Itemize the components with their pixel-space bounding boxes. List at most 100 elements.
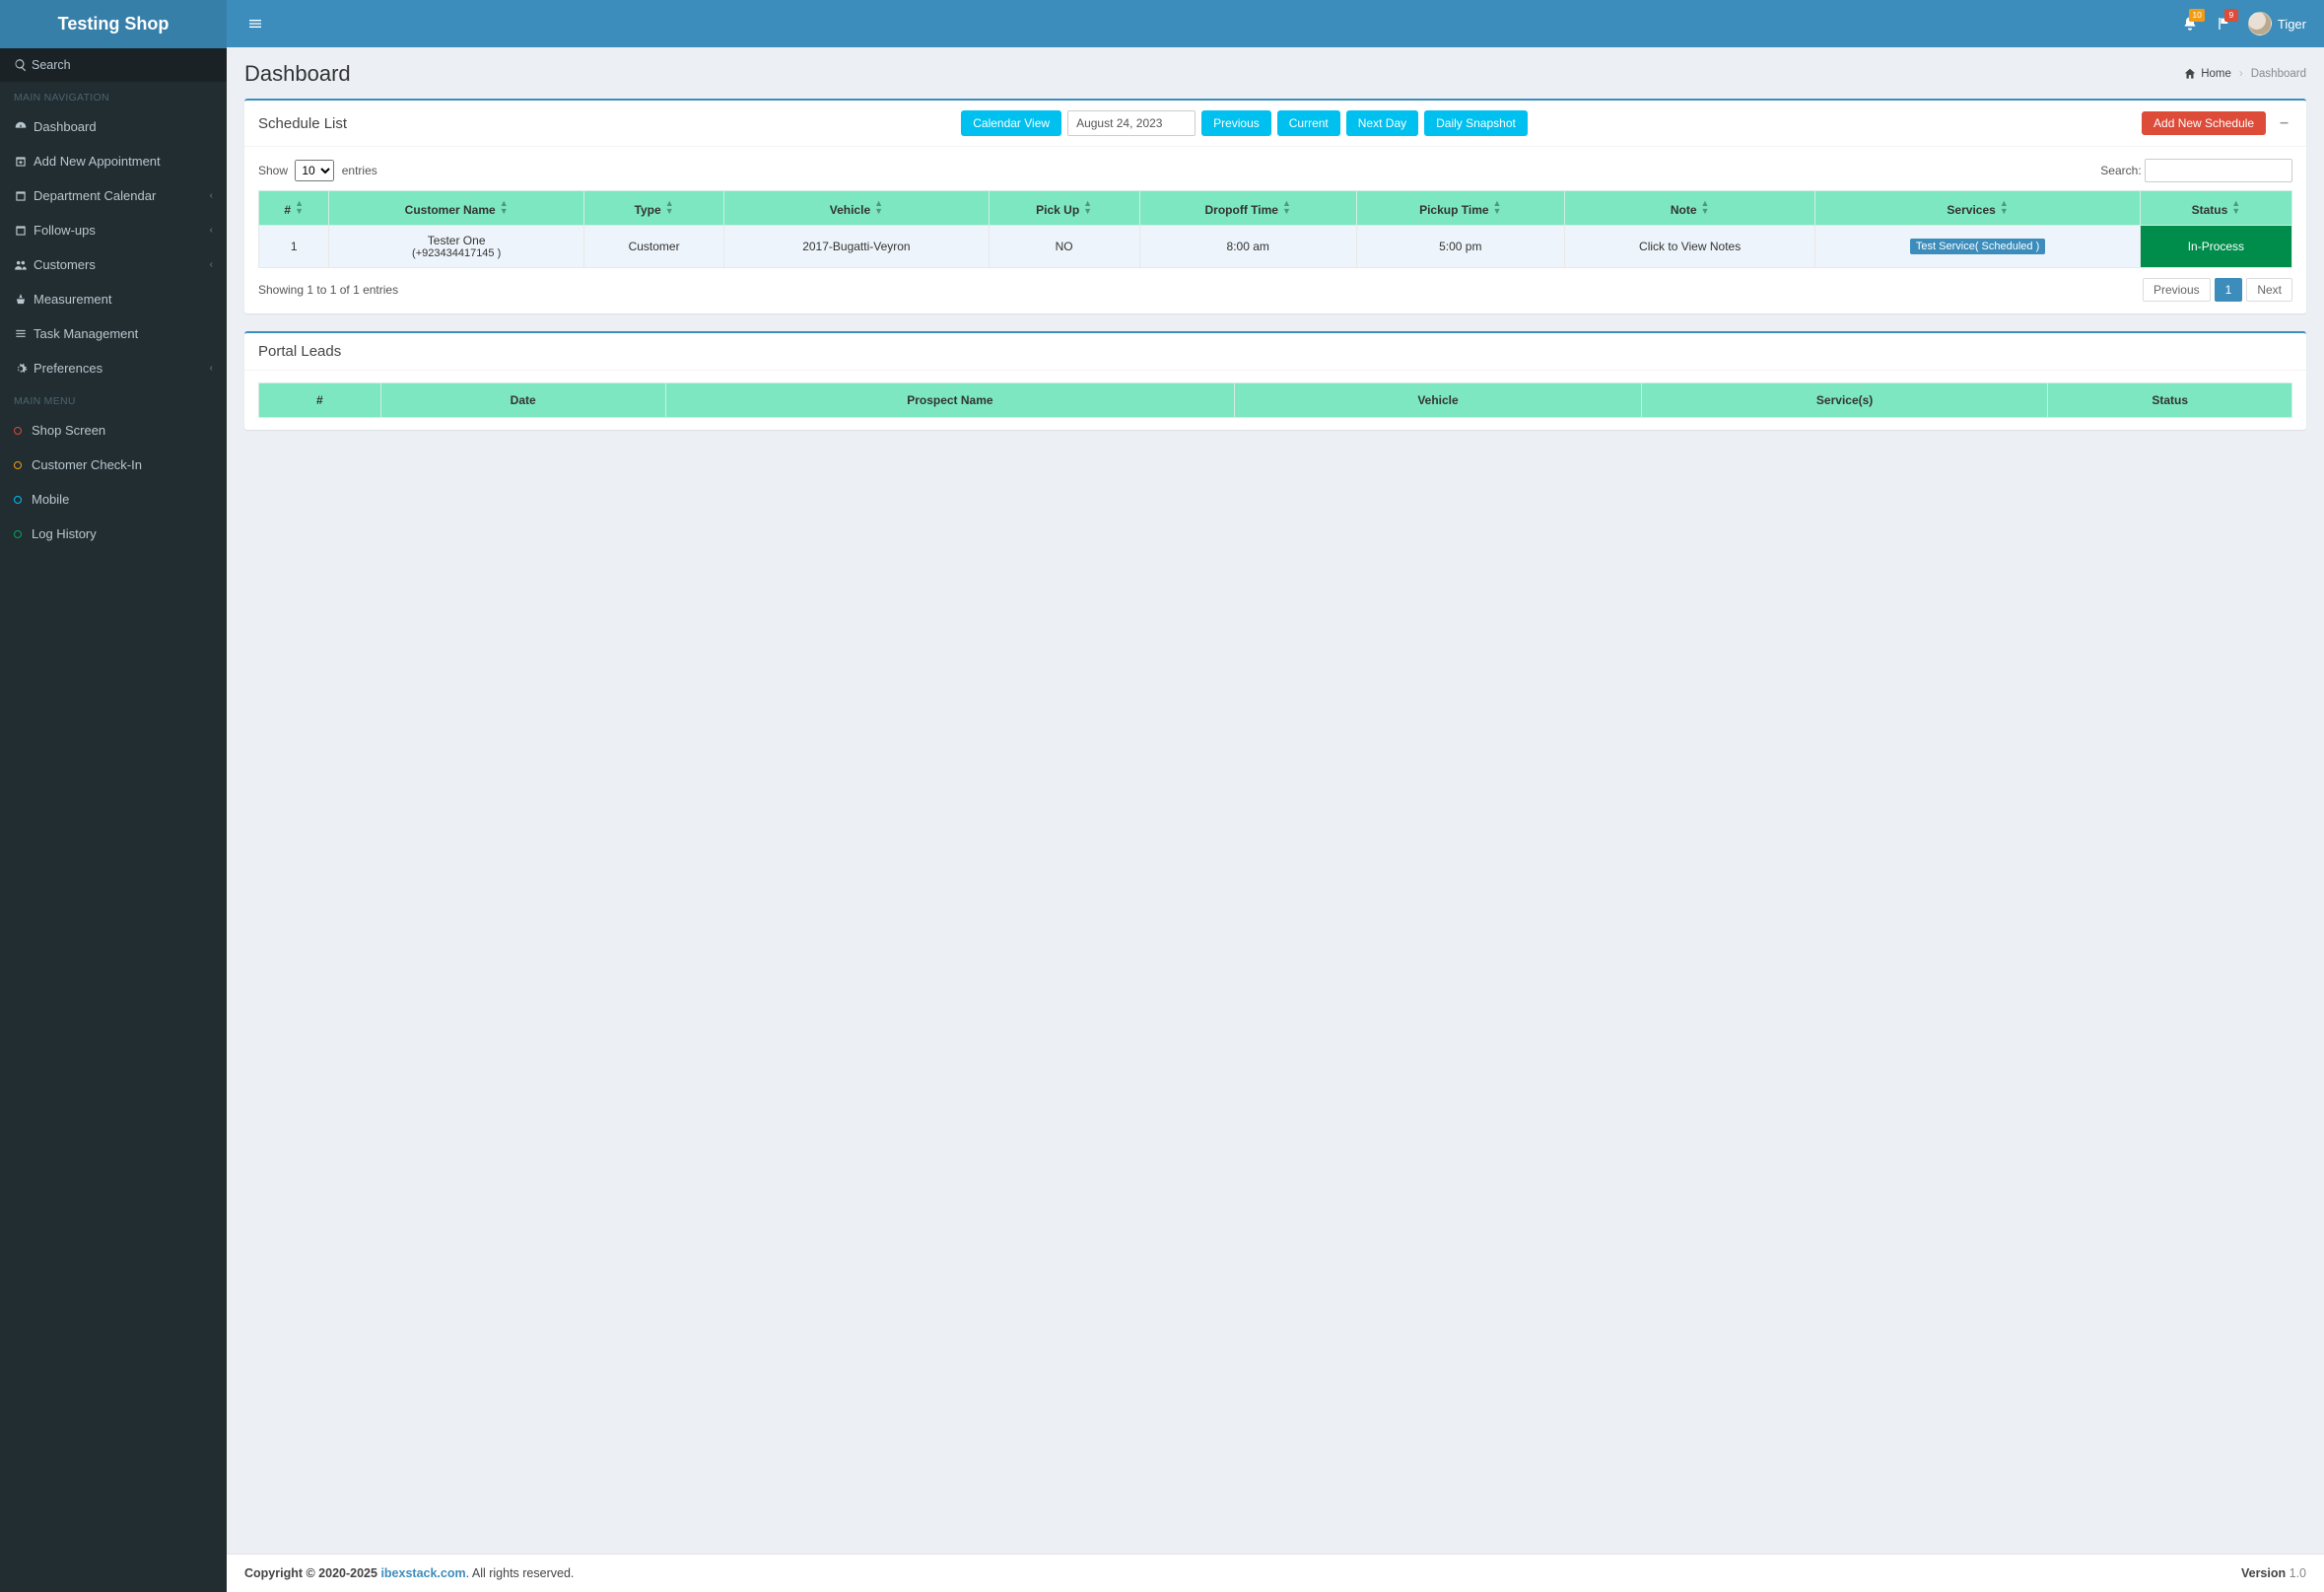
leads-col-services[interactable]: Service(s): [1641, 383, 2048, 418]
sidebar-item-label: Department Calendar: [34, 188, 156, 203]
calendar-view-button[interactable]: Calendar View: [961, 110, 1061, 136]
messages-button[interactable]: 9: [2207, 5, 2240, 42]
current-button[interactable]: Current: [1277, 110, 1340, 136]
cell-pickup-time: 5:00 pm: [1356, 226, 1564, 268]
date-input[interactable]: [1067, 110, 1196, 136]
cell-dropoff-time: 8:00 am: [1139, 226, 1356, 268]
sidebar-item-label: Preferences: [34, 361, 103, 376]
circle-icon: [14, 496, 22, 504]
circle-icon: [14, 461, 22, 469]
portal-leads-table: # Date Prospect Name Vehicle Service(s) …: [258, 382, 2292, 418]
sort-icon: ▲▼: [665, 199, 674, 215]
pager-page-1[interactable]: 1: [2215, 278, 2243, 302]
home-icon: [2183, 67, 2197, 81]
user-menu[interactable]: Tiger: [2240, 12, 2314, 35]
col-dropoff-time[interactable]: Dropoff Time▲▼: [1139, 191, 1356, 226]
pager: Previous 1 Next: [2143, 278, 2292, 302]
sort-icon: ▲▼: [1282, 199, 1291, 215]
sidebar-item-department-calendar[interactable]: Department Calendar ‹: [0, 178, 227, 213]
add-new-schedule-button[interactable]: Add New Schedule: [2142, 111, 2266, 135]
breadcrumb-home[interactable]: Home: [2183, 67, 2231, 81]
notifications-button[interactable]: 10: [2173, 5, 2207, 42]
footer: Copyright © 2020-2025 ibexstack.com. All…: [227, 1554, 2324, 1592]
sidebar-search[interactable]: Search: [0, 48, 227, 82]
sidebar-item-mobile[interactable]: Mobile: [0, 482, 227, 517]
username: Tiger: [2278, 17, 2306, 32]
sidebar-item-preferences[interactable]: Preferences ‹: [0, 351, 227, 385]
cell-customer: Tester One (+923434417145 ): [329, 226, 583, 268]
nav-header-main-menu: MAIN MENU: [0, 385, 227, 413]
col-type[interactable]: Type▲▼: [583, 191, 723, 226]
col-customer-name[interactable]: Customer Name▲▼: [329, 191, 583, 226]
table-search-control: Search:: [2100, 159, 2292, 182]
sidebar-item-customer-check-in[interactable]: Customer Check-In: [0, 448, 227, 482]
sidebar-item-label: Task Management: [34, 326, 138, 341]
portal-leads-title: Portal Leads: [258, 343, 341, 360]
version-label: Version: [2241, 1566, 2286, 1580]
chevron-left-icon: ‹: [210, 259, 213, 270]
chevron-left-icon: ‹: [210, 225, 213, 236]
users-icon: [14, 258, 34, 272]
sidebar-item-label: Follow-ups: [34, 223, 96, 238]
cell-vehicle: 2017-Bugatti-Veyron: [724, 226, 989, 268]
leads-col-number[interactable]: #: [259, 383, 381, 418]
daily-snapshot-button[interactable]: Daily Snapshot: [1424, 110, 1528, 136]
sidebar-item-measurement[interactable]: Measurement: [0, 282, 227, 316]
sidebar-item-label: Customer Check-In: [32, 457, 142, 472]
footer-link[interactable]: ibexstack.com: [380, 1566, 465, 1580]
leads-col-vehicle[interactable]: Vehicle: [1235, 383, 1642, 418]
schedule-list-panel: Schedule List Calendar View Previous Cur…: [244, 99, 2306, 313]
sidebar-item-label: Mobile: [32, 492, 69, 507]
col-number[interactable]: #▲▼: [259, 191, 329, 226]
col-status[interactable]: Status▲▼: [2140, 191, 2291, 226]
schedule-list-title: Schedule List: [258, 115, 347, 132]
pager-previous-button[interactable]: Previous: [2143, 278, 2211, 302]
col-vehicle[interactable]: Vehicle▲▼: [724, 191, 989, 226]
leads-col-date[interactable]: Date: [380, 383, 665, 418]
sidebar-item-label: Shop Screen: [32, 423, 105, 438]
menu-toggle-button[interactable]: [237, 5, 274, 42]
col-pickup[interactable]: Pick Up▲▼: [989, 191, 1139, 226]
sidebar-search-label: Search: [32, 58, 71, 72]
col-note[interactable]: Note▲▼: [1564, 191, 1815, 226]
col-services[interactable]: Services▲▼: [1815, 191, 2140, 226]
page-title: Dashboard: [244, 61, 351, 87]
sidebar-item-task-management[interactable]: Task Management: [0, 316, 227, 351]
calendar-icon: [14, 189, 34, 203]
table-row[interactable]: 1 Tester One (+923434417145 ) Customer 2…: [259, 226, 2292, 268]
sidebar-item-log-history[interactable]: Log History: [0, 517, 227, 551]
service-tag[interactable]: Test Service( Scheduled ): [1910, 239, 2045, 254]
sidebar-item-label: Dashboard: [34, 119, 97, 134]
chevron-left-icon: ‹: [210, 190, 213, 201]
next-day-button[interactable]: Next Day: [1346, 110, 1418, 136]
breadcrumb: Home › Dashboard: [2183, 67, 2306, 81]
sort-icon: ▲▼: [2000, 199, 2009, 215]
version-value: 1.0: [2286, 1566, 2306, 1580]
notifications-badge: 10: [2189, 9, 2204, 22]
cell-status[interactable]: In-Process: [2140, 226, 2291, 268]
table-search-input[interactable]: [2145, 159, 2292, 182]
table-info: Showing 1 to 1 of 1 entries: [258, 283, 398, 297]
cell-number: 1: [259, 226, 329, 268]
leads-col-prospect[interactable]: Prospect Name: [665, 383, 1235, 418]
previous-button[interactable]: Previous: [1201, 110, 1271, 136]
chevron-left-icon: ‹: [210, 363, 213, 374]
sort-icon: ▲▼: [1493, 199, 1502, 215]
sidebar-item-follow-ups[interactable]: Follow-ups ‹: [0, 213, 227, 247]
topbar: 10 9 Tiger: [227, 0, 2324, 47]
entries-select[interactable]: 10: [295, 160, 334, 181]
breadcrumb-separator: ›: [2239, 68, 2243, 80]
sort-icon: ▲▼: [500, 199, 509, 215]
sidebar-item-dashboard[interactable]: Dashboard: [0, 109, 227, 144]
pager-next-button[interactable]: Next: [2246, 278, 2292, 302]
collapse-panel-button[interactable]: –: [2276, 114, 2292, 132]
col-pickup-time[interactable]: Pickup Time▲▼: [1356, 191, 1564, 226]
circle-icon: [14, 427, 22, 435]
sort-icon: ▲▼: [2231, 199, 2240, 215]
scale-icon: [14, 293, 34, 307]
cell-note[interactable]: Click to View Notes: [1564, 226, 1815, 268]
sidebar-item-customers[interactable]: Customers ‹: [0, 247, 227, 282]
leads-col-status[interactable]: Status: [2048, 383, 2292, 418]
sidebar-item-shop-screen[interactable]: Shop Screen: [0, 413, 227, 448]
sidebar-item-add-new-appointment[interactable]: Add New Appointment: [0, 144, 227, 178]
